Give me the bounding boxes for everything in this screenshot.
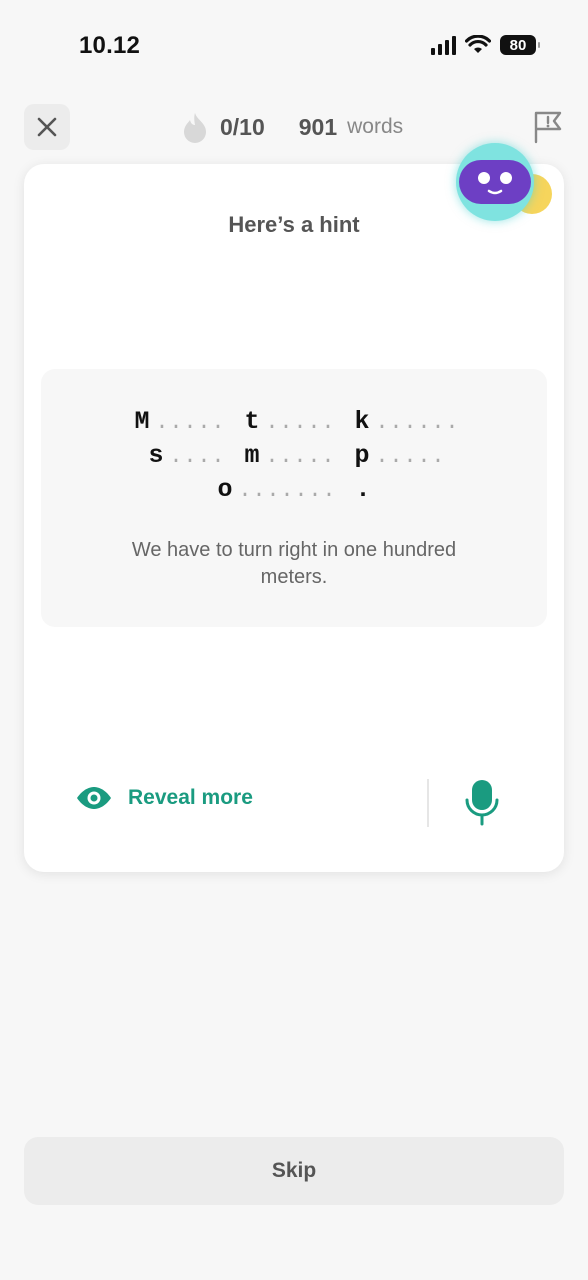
close-button[interactable] — [24, 104, 70, 150]
hint-blank: . — [183, 410, 197, 435]
robot-face-icon — [459, 160, 531, 204]
hint-letter: m — [244, 441, 260, 470]
hint-blank: . — [321, 410, 335, 435]
hint-letter: . — [355, 475, 371, 504]
flame-icon — [184, 113, 206, 143]
hint-blank: . — [252, 478, 266, 503]
hint-blank: . — [403, 444, 417, 469]
hint-blank: . — [375, 444, 389, 469]
hint-blank: . — [307, 410, 321, 435]
hint-line: s.... m..... p..... — [41, 439, 547, 473]
hint-blank: . — [431, 410, 445, 435]
translation-text: We have to turn right in one hundred met… — [131, 539, 457, 588]
hint-blank: . — [279, 410, 293, 435]
hint-letter: o — [217, 475, 233, 504]
hint-blank: . — [169, 444, 183, 469]
reveal-more-label: Reveal more — [128, 786, 253, 809]
hint-blank: . — [389, 410, 403, 435]
hint-blank: . — [183, 444, 197, 469]
word-count: 901 — [298, 113, 338, 140]
hint-blank: . — [294, 478, 308, 503]
word-count-label: words — [347, 115, 404, 138]
hint-blank: . — [417, 444, 431, 469]
session-stats: 0/10 901 words — [180, 111, 403, 143]
hint-blank: . — [197, 410, 211, 435]
hint-blank: . — [322, 478, 336, 503]
report-button[interactable] — [532, 110, 564, 149]
status-time: 10.12 — [79, 32, 141, 59]
hint-letter: M — [134, 407, 150, 436]
progress-count: 0/10 — [220, 113, 265, 140]
hint-letter: p — [354, 441, 370, 470]
hint-blank: . — [403, 410, 417, 435]
hint-blank: . — [211, 410, 225, 435]
skip-button[interactable]: Skip — [24, 1137, 564, 1205]
hint-blank: . — [321, 444, 335, 469]
hint-blank: . — [265, 444, 279, 469]
hint-blank: . — [211, 444, 225, 469]
divider — [427, 779, 429, 827]
hint-blank: . — [266, 478, 280, 503]
hint-blank: . — [308, 478, 322, 503]
hint-blank: . — [155, 410, 169, 435]
reveal-more-button[interactable]: Reveal more — [76, 786, 253, 810]
hint-blank: . — [279, 444, 293, 469]
signal-icon — [431, 35, 456, 55]
hint-blank: . — [238, 478, 252, 503]
hint-blank: . — [293, 410, 307, 435]
hint-blank: . — [307, 444, 321, 469]
hint-letter: t — [244, 407, 260, 436]
battery-icon: 80 — [500, 35, 540, 55]
hint-blank: . — [169, 410, 183, 435]
assistant-avatar[interactable] — [456, 143, 534, 221]
hint-blank: . — [445, 410, 459, 435]
battery-level: 80 — [509, 36, 527, 54]
microphone-icon — [465, 780, 499, 826]
hint-card: Here’s a hint M..... t..... k...... s.... m.… — [24, 164, 564, 872]
microphone-button[interactable] — [464, 778, 500, 831]
hint-blank: . — [389, 444, 403, 469]
hint-blank: . — [197, 444, 211, 469]
hint-pattern: M..... t..... k...... s.... m..... p..... o...… — [41, 405, 547, 507]
wifi-icon — [465, 35, 491, 53]
hint-blank: . — [265, 410, 279, 435]
hint-blank: . — [293, 444, 307, 469]
flag-icon — [534, 111, 562, 144]
close-icon — [37, 117, 57, 137]
hint-box: M..... t..... k...... s.... m..... p..... o...… — [41, 369, 547, 627]
status-icons: 80 — [431, 35, 540, 55]
hint-letter: k — [354, 407, 370, 436]
eye-icon — [77, 787, 111, 809]
hint-blank: . — [417, 410, 431, 435]
hint-letter: s — [148, 441, 164, 470]
hint-blank: . — [375, 410, 389, 435]
hint-line: M..... t..... k...... — [41, 405, 547, 439]
hint-blank: . — [431, 444, 445, 469]
hint-blank: . — [280, 478, 294, 503]
hint-line: o........ — [41, 473, 547, 507]
